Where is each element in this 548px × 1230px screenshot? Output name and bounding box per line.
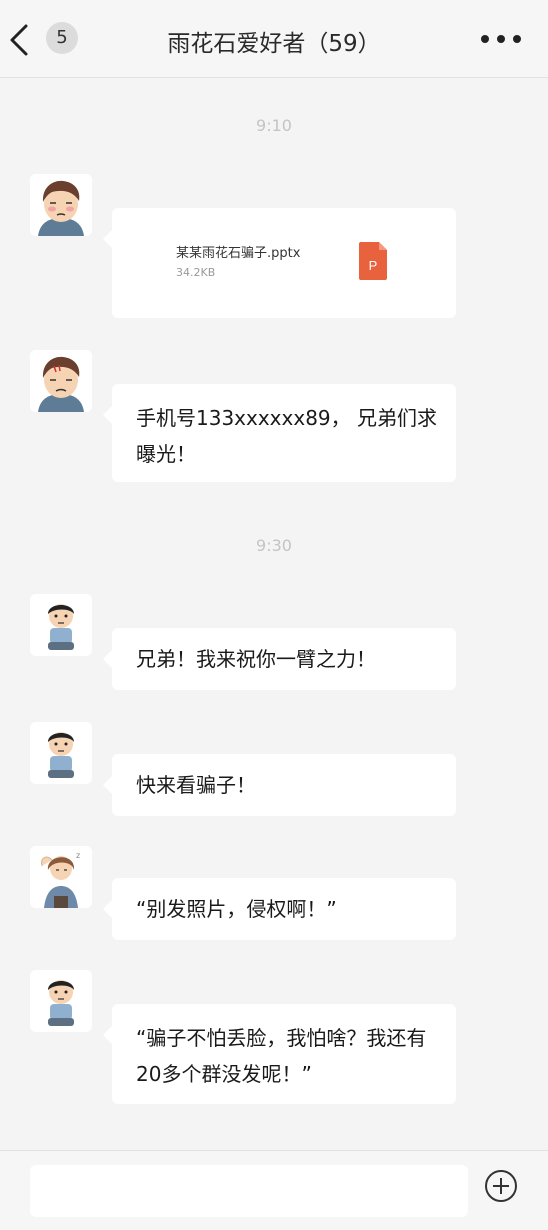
message-text: 手机号133xxxxxx89， 兄弟们求曝光！ bbox=[136, 406, 437, 466]
more-options-button[interactable] bbox=[478, 26, 524, 52]
text-message-bubble[interactable]: “别发照片，侵权啊！” bbox=[103, 878, 456, 940]
avatar-boy-sitting-icon bbox=[30, 722, 92, 784]
message-text: “骗子不怕丢脸，我怕啥？我还有20多个群没发呢！” bbox=[136, 1026, 427, 1086]
add-attachment-button[interactable] bbox=[484, 1169, 518, 1203]
chat-header: 5 雨花石爱好者（59） bbox=[0, 0, 548, 78]
avatar-man-sick-icon bbox=[30, 350, 92, 412]
file-message-bubble[interactable]: 某某雨花石骗子.pptx 34.2KB P bbox=[103, 208, 456, 318]
avatar[interactable] bbox=[30, 594, 92, 656]
message-text: 快来看骗子！ bbox=[136, 773, 256, 797]
message-text: 兄弟！我来祝你一臂之力！ bbox=[136, 647, 376, 671]
avatar-boy-sitting-icon bbox=[30, 970, 92, 1032]
back-button[interactable] bbox=[4, 18, 38, 62]
message-text: “别发照片，侵权啊！” bbox=[136, 897, 337, 921]
avatar[interactable] bbox=[30, 174, 92, 236]
text-message-bubble[interactable]: 快来看骗子！ bbox=[103, 754, 456, 816]
text-message-bubble[interactable]: 手机号133xxxxxx89， 兄弟们求曝光！ bbox=[103, 384, 456, 482]
add-circle-icon bbox=[485, 1170, 517, 1202]
file-size: 34.2KB bbox=[176, 266, 216, 279]
message-input[interactable] bbox=[30, 1165, 468, 1217]
timestamp: 9:30 bbox=[256, 536, 292, 555]
text-message-bubble[interactable]: “骗子不怕丢脸，我怕啥？我还有20多个群没发呢！” bbox=[103, 1004, 456, 1104]
group-title: 雨花石爱好者（59） bbox=[167, 31, 381, 57]
svg-text:z: z bbox=[76, 851, 80, 860]
chevron-left-icon bbox=[10, 24, 28, 56]
avatar-woman-headache-icon: z bbox=[30, 846, 92, 908]
input-bar bbox=[0, 1150, 548, 1230]
unread-count-badge[interactable]: 5 bbox=[46, 22, 78, 54]
file-name: 某某雨花石骗子.pptx bbox=[176, 246, 301, 261]
svg-text:P: P bbox=[369, 258, 378, 273]
avatar[interactable]: z bbox=[30, 846, 92, 908]
timestamp: 9:10 bbox=[256, 116, 292, 135]
ellipsis-icon bbox=[481, 35, 489, 43]
text-message-bubble[interactable]: 兄弟！我来祝你一臂之力！ bbox=[103, 628, 456, 690]
avatar-boy-sitting-icon bbox=[30, 594, 92, 656]
avatar-man-sick-icon bbox=[30, 174, 92, 236]
avatar[interactable] bbox=[30, 722, 92, 784]
ppt-file-icon: P bbox=[359, 242, 387, 280]
avatar[interactable] bbox=[30, 970, 92, 1032]
avatar[interactable] bbox=[30, 350, 92, 412]
